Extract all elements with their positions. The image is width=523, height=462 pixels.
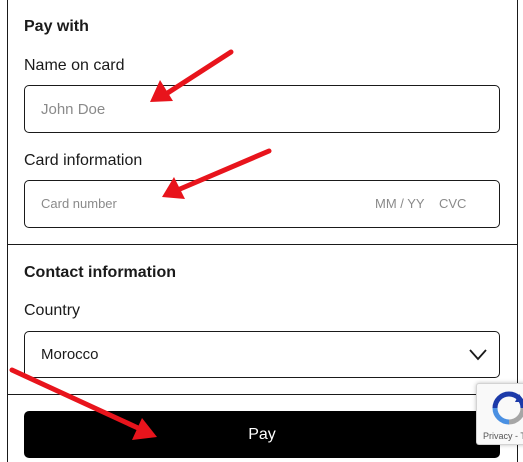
pay-with-heading: Pay with xyxy=(24,18,89,35)
section-divider xyxy=(7,244,518,245)
card-information-input[interactable]: Card number MM / YY CVC xyxy=(24,180,500,228)
contact-information-heading: Contact information xyxy=(24,264,176,281)
recaptcha-privacy-terms[interactable]: Privacy - Te xyxy=(483,431,523,441)
recaptcha-badge[interactable]: Privacy - Te xyxy=(476,383,523,445)
frame-left-border xyxy=(7,0,8,462)
section-divider-bottom xyxy=(7,394,518,395)
pay-button[interactable]: Pay xyxy=(24,411,500,458)
cvc-placeholder: CVC xyxy=(439,196,467,211)
country-select[interactable]: Morocco xyxy=(24,331,500,378)
pay-button-label: Pay xyxy=(248,426,276,443)
chevron-down-icon xyxy=(469,349,487,361)
card-number-placeholder: Card number xyxy=(41,196,117,211)
expiry-placeholder: MM / YY xyxy=(375,196,425,211)
recaptcha-logo-icon xyxy=(492,391,523,425)
country-label: Country xyxy=(24,302,81,319)
name-on-card-input[interactable]: John Doe xyxy=(24,85,500,133)
country-selected-value: Morocco xyxy=(41,346,99,363)
name-on-card-label: Name on card xyxy=(24,57,125,74)
card-information-label: Card information xyxy=(24,152,143,169)
name-on-card-placeholder: John Doe xyxy=(41,101,106,118)
